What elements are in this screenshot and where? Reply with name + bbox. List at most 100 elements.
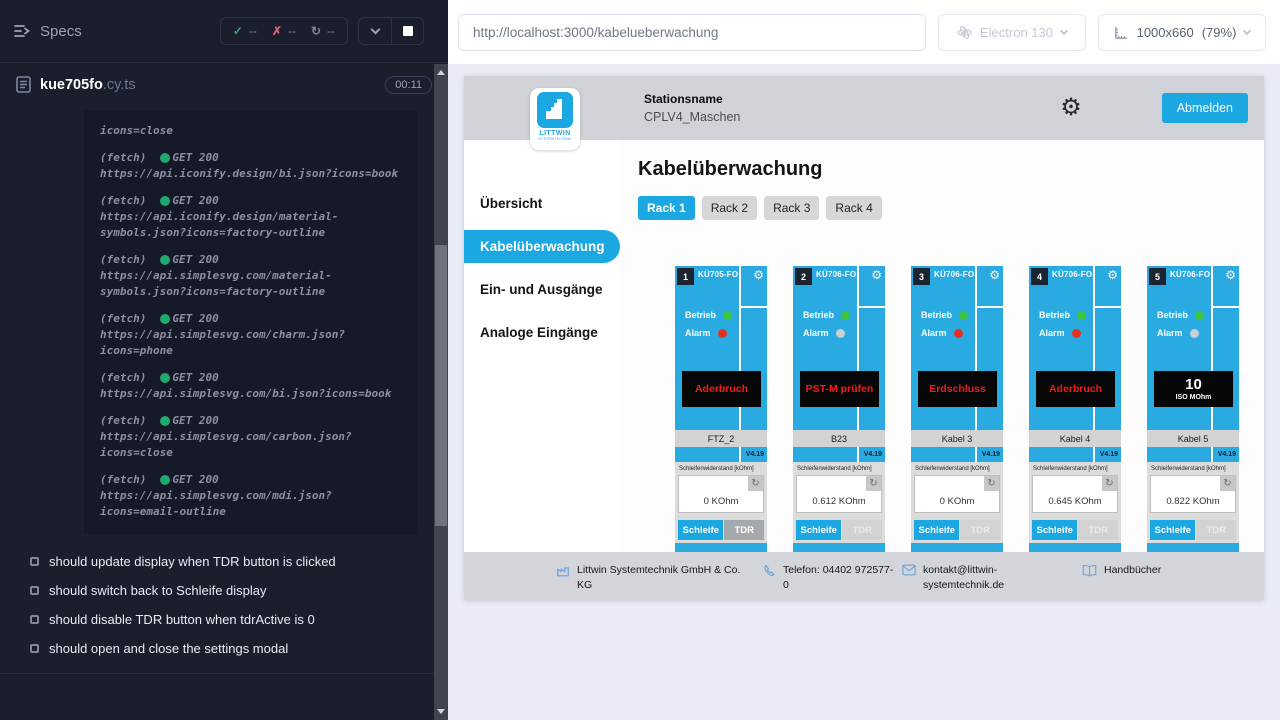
rack-tabs: Rack 1 Rack 2 Rack 3 Rack 4 <box>638 196 1264 220</box>
measurement-box: ↻ 0.612 KOhm <box>796 475 882 513</box>
log-url: https://api.simplesvg.com/material-symbo… <box>100 268 407 300</box>
alarm-led <box>718 329 727 338</box>
footer-email[interactable]: kontakt@littwin-systemtechnik.de <box>902 563 1030 593</box>
module-gear-icon[interactable]: ⚙ <box>1225 268 1236 282</box>
firmware-version: V4.19 <box>864 451 882 458</box>
specs-menu[interactable]: Specs <box>14 23 82 40</box>
viewport-selector[interactable]: 1000x660 (79%) <box>1098 14 1266 51</box>
status-display: Aderbruch <box>1036 371 1115 407</box>
browser-bar: Electron 130 1000x660 (79%) <box>448 0 1280 64</box>
refresh-icon[interactable]: ↻ <box>748 476 763 491</box>
settings-gear-icon[interactable]: ⚙ <box>1060 96 1082 120</box>
log-status: GET 200 <box>172 472 218 488</box>
module-gear-icon[interactable]: ⚙ <box>989 268 1000 282</box>
log-status: GET 200 <box>172 413 218 429</box>
preview-pane: Electron 130 1000x660 (79%) <box>448 0 1280 720</box>
schleife-button[interactable]: Schleife <box>1150 520 1195 540</box>
sidebar-item-uebersicht[interactable]: Übersicht <box>464 187 620 220</box>
phone-icon <box>762 564 776 578</box>
sidebar-item-ein-und-ausgaenge[interactable]: Ein- und Ausgänge <box>464 273 620 306</box>
scroll-up-arrow-icon[interactable] <box>437 70 445 75</box>
tab-rack-2[interactable]: Rack 2 <box>702 196 757 220</box>
log-entry[interactable]: (fetch)GET 200 https://api.simplesvg.com… <box>100 413 407 461</box>
schleife-button[interactable]: Schleife <box>796 520 841 540</box>
factory-icon <box>556 564 570 578</box>
log-entry[interactable]: (fetch)GET 200 https://api.simplesvg.com… <box>100 472 407 520</box>
module-divider <box>975 447 977 462</box>
littwin-logo-icon <box>537 92 573 128</box>
scroll-down-arrow-icon[interactable] <box>437 709 445 714</box>
test-item[interactable]: should disable TDR button when tdrActive… <box>0 605 448 634</box>
alarm-led <box>1190 329 1199 338</box>
url-input[interactable] <box>458 14 926 51</box>
sidebar-item-kabelueberwachung[interactable]: Kabelüberwachung <box>464 230 620 263</box>
test-item[interactable]: should switch back to Schleife display <box>0 576 448 605</box>
test-title: should update display when TDR button is… <box>49 554 336 569</box>
spec-file-row[interactable]: kue705fo.cy.ts 00:11 <box>0 63 448 106</box>
log-entry[interactable]: (fetch)GET 200 https://api.simplesvg.com… <box>100 311 407 359</box>
log-entry[interactable]: (fetch)GET 200 https://api.iconify.desig… <box>100 150 407 182</box>
refresh-icon[interactable]: ↻ <box>1102 476 1117 491</box>
log-status: GET 200 <box>172 193 218 209</box>
tdr-button[interactable]: TDR <box>1078 520 1118 540</box>
test-list: should update display when TDR button is… <box>0 547 448 674</box>
schleife-button[interactable]: Schleife <box>914 520 959 540</box>
preview-background: LITTWIN SYSTEMTECHNIK Stationsname CPLV4… <box>448 64 1280 720</box>
module-gear-icon[interactable]: ⚙ <box>1107 268 1118 282</box>
cable-name: Kabel 4 <box>1029 430 1121 447</box>
tab-rack-3[interactable]: Rack 3 <box>764 196 819 220</box>
log-entry[interactable]: icons=close <box>100 123 407 139</box>
module-gear-icon[interactable]: ⚙ <box>753 268 764 282</box>
log-continuation: icons=close <box>100 123 407 139</box>
refresh-icon[interactable]: ↻ <box>984 476 999 491</box>
log-prefix: (fetch) <box>100 252 146 268</box>
schleife-button[interactable]: Schleife <box>678 520 723 540</box>
log-url: https://api.simplesvg.com/charm.json?ico… <box>100 327 407 359</box>
schleife-button[interactable]: Schleife <box>1032 520 1077 540</box>
command-log: icons=close (fetch)GET 200 https://api.i… <box>84 110 417 534</box>
alarm-label: Alarm <box>685 328 711 338</box>
tdr-button[interactable]: TDR <box>960 520 1000 540</box>
iso-value: 10 <box>1185 377 1202 394</box>
footer-manuals[interactable]: Handbücher <box>1082 563 1212 578</box>
collapse-button[interactable] <box>359 18 391 44</box>
refresh-icon[interactable]: ↻ <box>866 476 881 491</box>
sidebar-item-analoge-eingaenge[interactable]: Analoge Eingänge <box>464 316 620 349</box>
log-entry[interactable]: (fetch)GET 200 https://api.simplesvg.com… <box>100 370 407 402</box>
stat-pending: ↻ -- <box>311 24 335 38</box>
cypress-runner-panel: Specs ✓ -- ✗ -- ↻ -- <box>0 0 448 720</box>
footer-email-text: kontakt@littwin-systemtechnik.de <box>923 563 1030 593</box>
stop-button[interactable] <box>391 18 423 44</box>
betrieb-led <box>1195 311 1204 320</box>
betrieb-led <box>1077 311 1086 320</box>
logout-button[interactable]: Abmelden <box>1162 93 1248 123</box>
station-info: Stationsname CPLV4_Maschen <box>644 92 740 124</box>
log-url: https://api.simplesvg.com/carbon.json?ic… <box>100 429 407 461</box>
status-text: PST-M prüfen <box>806 383 874 395</box>
app-main: Kabelüberwachung Rack 1 Rack 2 Rack 3 Ra… <box>620 140 1264 552</box>
runner-scrollbar[interactable] <box>434 64 448 720</box>
tdr-button[interactable]: TDR <box>724 520 764 540</box>
log-entry[interactable]: (fetch)GET 200 https://api.iconify.desig… <box>100 193 407 241</box>
tdr-button[interactable]: TDR <box>842 520 882 540</box>
scrollbar-thumb[interactable] <box>435 245 447 526</box>
browser-selector[interactable]: Electron 130 <box>938 14 1086 51</box>
test-item[interactable]: should update display when TDR button is… <box>0 547 448 576</box>
app-footer: Littwin Systemtechnik GmbH & Co. KG Tele… <box>464 552 1264 600</box>
tab-rack-1[interactable]: Rack 1 <box>638 196 695 220</box>
module-divider <box>1211 447 1213 462</box>
measurement-value: 0.612 KOhm <box>797 496 881 507</box>
module-gear-icon[interactable]: ⚙ <box>871 268 882 282</box>
rack-module-card-2: 2KÜ706-FO⚙ Betrieb Alarm PST-M prüfen B2… <box>793 266 885 562</box>
log-entry[interactable]: (fetch)GET 200 https://api.simplesvg.com… <box>100 252 407 300</box>
footer-phone[interactable]: Telefon: 04402 972577-0 <box>762 563 894 593</box>
module-model-label: KÜ705-FO <box>698 270 738 279</box>
tab-rack-4[interactable]: Rack 4 <box>826 196 881 220</box>
test-item[interactable]: should open and close the settings modal <box>0 634 448 663</box>
status-200-dot-icon <box>160 153 170 163</box>
refresh-icon[interactable]: ↻ <box>1220 476 1235 491</box>
app-sidebar: Übersicht Kabelüberwachung Ein- und Ausg… <box>464 140 620 552</box>
tdr-button[interactable]: TDR <box>1196 520 1236 540</box>
viewport-dimensions: 1000x660 <box>1137 25 1194 40</box>
status-200-dot-icon <box>160 373 170 383</box>
